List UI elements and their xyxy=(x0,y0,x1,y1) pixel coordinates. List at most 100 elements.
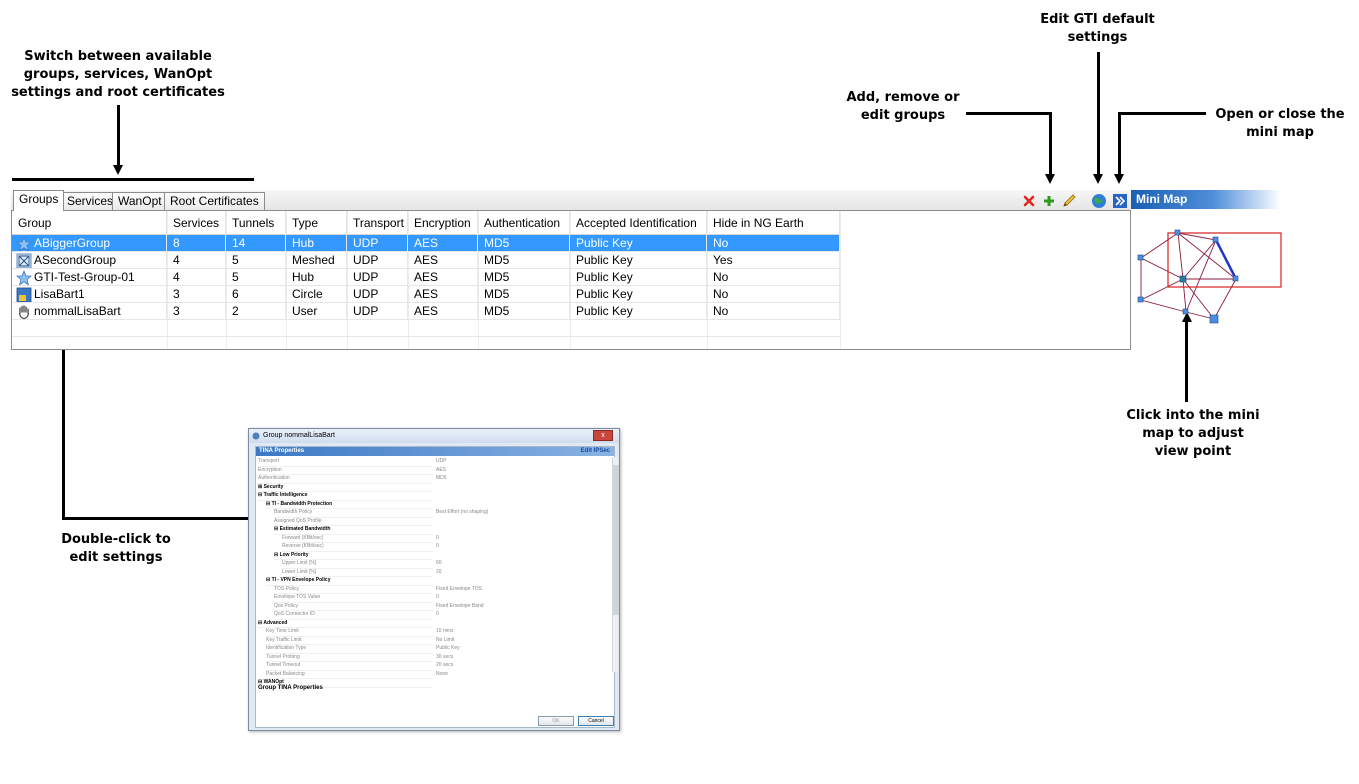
cell-group: GTI-Test-Group-01 xyxy=(30,269,167,286)
property-row[interactable]: QoS Connector ID 0 xyxy=(274,610,612,620)
property-row[interactable]: Bandwidth Policy Best Effort (no shaping) xyxy=(274,508,612,518)
tab-root-certificates[interactable]: Root Certificates xyxy=(164,192,265,211)
dialog-title: Group nommalLisaBart xyxy=(249,429,619,443)
cell-services: 3 xyxy=(167,303,226,320)
property-value: 0 xyxy=(436,611,439,617)
property-row[interactable]: Envelope TOS Value 0 xyxy=(274,593,612,603)
property-row[interactable]: Assigned QoS Profile xyxy=(274,517,612,526)
cell-tunnels: 5 xyxy=(226,269,286,286)
tab-groups[interactable]: Groups xyxy=(13,190,65,211)
callout-line xyxy=(117,105,120,167)
add-group-button[interactable] xyxy=(1040,192,1058,210)
cell-accepted-identification: Public Key xyxy=(570,286,707,303)
property-row[interactable]: Reverse (KBit/sec) 0 xyxy=(282,542,612,552)
groups-table: Group Services Tunnels Type Transport En… xyxy=(11,210,1131,350)
property-value: MD5 xyxy=(436,475,447,481)
callout-arrow xyxy=(113,165,123,175)
minimap-node xyxy=(1179,275,1187,283)
edit-ipsec-link[interactable]: Edit IPSec xyxy=(581,447,610,456)
col-tunnels[interactable]: Tunnels xyxy=(226,211,286,235)
table-row[interactable]: ABiggerGroup 8 14 Hub UDP AES MD5 Public Key No xyxy=(12,235,840,252)
property-value: Best Effort (no shaping) xyxy=(436,509,489,515)
edit-gti-settings-button[interactable] xyxy=(1090,192,1108,210)
scrollbar-thumb[interactable] xyxy=(613,465,619,615)
property-row[interactable]: Authentication MD5 xyxy=(258,474,612,484)
minimap-node xyxy=(1182,308,1189,315)
tab-services[interactable]: Services xyxy=(61,192,120,211)
minimap-node xyxy=(1209,314,1219,324)
col-services[interactable]: Services xyxy=(167,211,226,235)
property-row[interactable]: Key Time Limit 10 mins xyxy=(266,627,612,637)
table-row[interactable]: GTI-Test-Group-01 4 5 Hub UDP AES MD5 Public Ke… xyxy=(12,269,840,286)
group-properties-dialog: Group nommalLisaBart x TINA Properties E… xyxy=(248,428,620,731)
callout-add-remove: Add, remove or edit groups xyxy=(846,90,960,123)
ok-button[interactable]: OK xyxy=(538,716,574,726)
cell-services: 4 xyxy=(167,269,226,286)
edit-group-button[interactable] xyxy=(1060,192,1078,210)
cell-tunnels: 2 xyxy=(226,303,286,320)
property-row[interactable]: Forward (KBit/sec) 0 xyxy=(282,534,612,543)
callout-arrow xyxy=(1093,174,1103,184)
cell-type: User xyxy=(286,303,347,320)
tab-wanopt[interactable]: WanOpt xyxy=(112,192,168,211)
cell-encryption: AES xyxy=(408,303,478,320)
property-row[interactable]: Qos Policy Fixed Envelope Band xyxy=(274,602,612,611)
property-row[interactable]: Key Traffic Limit No Limit xyxy=(266,636,612,645)
property-value: None xyxy=(436,670,448,677)
property-row[interactable]: Upper Limit [%] 60 xyxy=(282,559,612,569)
property-row[interactable]: ⊟ Traffic Intelligence xyxy=(258,491,612,501)
property-row[interactable]: ⊟ Advanced xyxy=(258,619,612,628)
minimap-canvas[interactable] xyxy=(1131,215,1286,330)
property-row[interactable]: Identification Type Public Key xyxy=(266,644,612,654)
callout-line xyxy=(1097,52,1100,176)
property-row[interactable]: Transport UDP xyxy=(258,457,612,467)
tab-strip: Groups Services WanOpt Root Certificates xyxy=(11,190,1131,211)
property-row[interactable]: ⊟ Estimated Bandwidth xyxy=(274,525,612,535)
property-row[interactable]: Lower Limit [%] 20 xyxy=(282,568,612,577)
property-scrollbar[interactable] xyxy=(612,457,619,672)
minimap-toggle-button[interactable] xyxy=(1111,192,1129,210)
property-value: 0 xyxy=(436,543,439,549)
minimap-node xyxy=(1137,296,1144,303)
callout-switch-tabs: Switch between available groups, service… xyxy=(11,49,225,100)
property-row[interactable]: Tunnel Probing 30 secs xyxy=(266,653,612,662)
property-value: Public Key xyxy=(436,645,460,651)
callout-line xyxy=(966,112,1052,115)
property-row[interactable]: TOS Policy Fixed Envelope TOS xyxy=(274,585,612,594)
property-row[interactable]: ⊟ Low Priority xyxy=(274,551,612,560)
dialog-close-button[interactable]: x xyxy=(593,430,613,441)
cancel-button[interactable]: Cancel xyxy=(578,716,614,726)
property-row[interactable]: ⊟ TI - VPN Envelope Policy xyxy=(266,576,612,586)
col-transport[interactable]: Transport xyxy=(347,211,408,235)
row-divider xyxy=(12,319,840,320)
minimap-node xyxy=(1174,229,1181,236)
col-group[interactable]: Group xyxy=(12,211,167,235)
table-row[interactable]: LisaBart1 3 6 Circle UDP AES MD5 Public Key No xyxy=(12,286,840,303)
minimap-edge xyxy=(1177,232,1237,313)
cell-services: 4 xyxy=(167,252,226,269)
col-type[interactable]: Type xyxy=(286,211,347,235)
cell-hide-in-ng-earth: No xyxy=(707,286,840,303)
table-row[interactable]: ASecondGroup 4 5 Meshed UDP AES MD5 Public Key Y… xyxy=(12,252,840,269)
property-value: Fixed Envelope Band xyxy=(436,602,484,609)
globe-icon xyxy=(1092,194,1106,208)
property-row[interactable]: Encryption AES xyxy=(258,466,612,475)
property-value: 20 xyxy=(436,568,442,575)
col-encryption[interactable]: Encryption xyxy=(408,211,478,235)
property-row[interactable]: Tunnel Timeout 20 secs xyxy=(266,661,612,671)
col-accepted-identification[interactable]: Accepted Identification xyxy=(570,211,707,235)
cell-accepted-identification: Public Key xyxy=(570,252,707,269)
col-authentication[interactable]: Authentication xyxy=(478,211,570,235)
cell-authentication: MD5 xyxy=(478,252,570,269)
property-row[interactable]: ⊟ TI - Bandwidth Protection xyxy=(266,500,612,509)
pencil-icon xyxy=(1063,194,1076,207)
col-hide-in-ng-earth[interactable]: Hide in NG Earth xyxy=(707,211,840,235)
cell-services: 8 xyxy=(167,235,226,252)
callout-line xyxy=(1118,112,1206,115)
cell-encryption: AES xyxy=(408,286,478,303)
property-row[interactable]: Packet Balancing None xyxy=(266,670,612,679)
property-row[interactable]: ⊞ Security xyxy=(258,483,612,492)
cell-hide-in-ng-earth: Yes xyxy=(707,252,840,269)
remove-group-button[interactable] xyxy=(1020,192,1038,210)
table-row[interactable]: nommalLisaBart 3 2 User UDP AES MD5 Public Key N… xyxy=(12,303,840,320)
